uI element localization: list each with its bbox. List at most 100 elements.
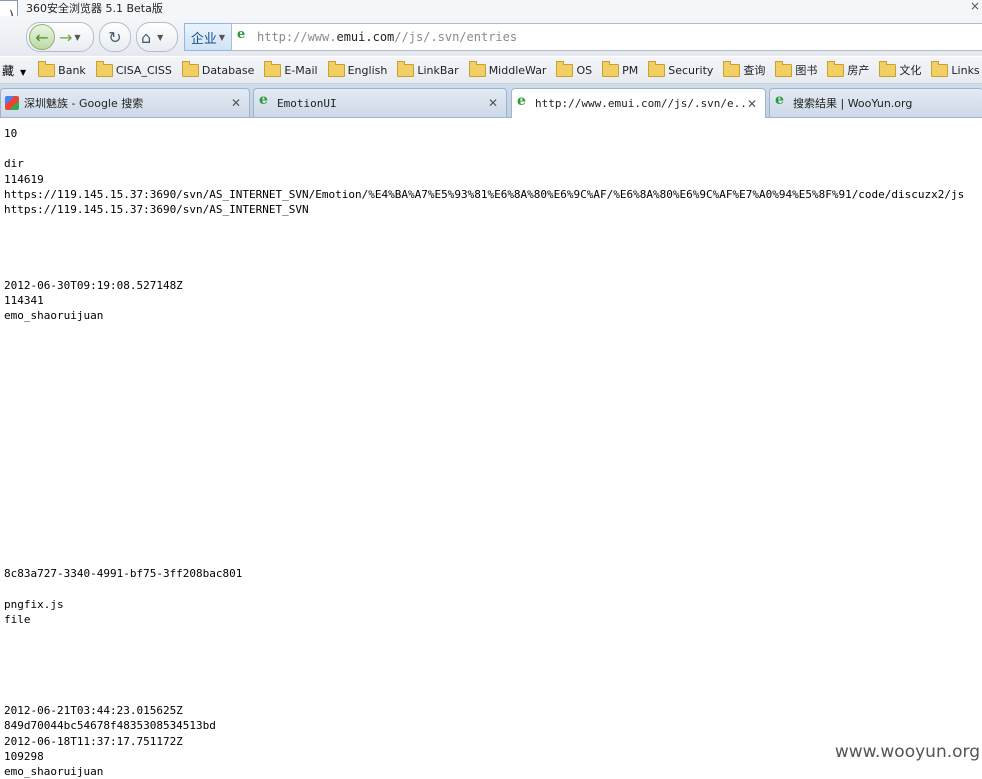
folder-icon <box>602 60 620 77</box>
text-line <box>4 430 980 445</box>
page-icon <box>516 93 530 111</box>
title-bar: ) 360安全浏览器 5.1 Beta版 × <box>0 0 982 54</box>
watermark: www.wooyun.org <box>834 742 980 762</box>
history-dropdown-icon[interactable]: ▼ <box>74 33 80 42</box>
folder-icon <box>556 60 574 77</box>
address-url: http://www.emui.com//js/.svn/entries <box>257 30 518 44</box>
folder-icon <box>723 60 741 77</box>
page-content: 10 dir 114619 https://119.145.15.37:3690/sv… <box>4 126 980 779</box>
text-line: emo_shaoruijuan <box>4 764 104 778</box>
folder-icon <box>397 60 415 77</box>
bookmark-folder[interactable]: Bank <box>38 60 86 77</box>
text-line: https://119.145.15.37:3690/svn/AS_INTERN… <box>4 187 965 201</box>
text-line <box>4 323 980 338</box>
folder-icon <box>879 60 897 77</box>
bookmark-folder[interactable]: LinkBar <box>397 60 459 77</box>
text-line <box>4 399 980 414</box>
browser-mode-button[interactable]: 企业 ▼ <box>184 23 232 51</box>
bookmark-folder[interactable]: Security <box>648 60 713 77</box>
bookmark-folder[interactable]: Database <box>181 60 254 77</box>
tab-google-search[interactable]: 深圳魅族 - Google 搜索 ✕ <box>0 88 250 117</box>
text-line <box>4 217 980 232</box>
text-line <box>4 415 980 430</box>
mode-dropdown-icon: ▼ <box>218 32 226 42</box>
tab-svn-entries[interactable]: http://www.emui.com//js/.svn/e... ✕ <box>511 88 766 118</box>
text-line <box>4 658 980 673</box>
close-icon[interactable]: ✕ <box>486 96 500 110</box>
bookmark-folder[interactable]: 文化 <box>879 60 921 78</box>
text-line <box>4 248 980 263</box>
text-line <box>4 491 980 506</box>
bookmark-folder[interactable]: PM <box>602 60 638 77</box>
text-line <box>4 673 980 688</box>
page-icon <box>237 27 249 44</box>
bookmark-folder[interactable]: English <box>327 60 387 77</box>
google-icon <box>5 96 19 110</box>
folder-icon <box>264 60 282 77</box>
text-line: 10 <box>4 127 18 140</box>
back-button[interactable]: ← <box>29 24 55 50</box>
text-line <box>4 582 980 597</box>
text-line <box>4 263 980 278</box>
window-close-button[interactable]: × <box>970 0 980 13</box>
text-line: pngfix.js <box>4 597 64 611</box>
text-line: 114619 <box>4 172 44 186</box>
folder-icon <box>648 60 666 77</box>
folder-icon <box>931 60 949 77</box>
forward-button[interactable]: → <box>59 28 72 47</box>
text-line: 2012-06-18T11:37:17.751172Z <box>4 734 183 748</box>
bookmark-folder[interactable]: CISA_CISS <box>95 60 172 77</box>
folder-icon <box>775 60 793 77</box>
text-line: 2012-06-21T03:44:23.015625Z <box>4 704 183 718</box>
folder-icon <box>468 60 486 77</box>
text-line: 8c83a727-3340-4991-bf75-3ff208bac801 <box>4 567 243 581</box>
text-line <box>4 506 980 521</box>
text-line <box>4 551 980 566</box>
tab-bar: 深圳魅族 - Google 搜索 ✕ EmotionUI ✕ http://ww… <box>0 84 982 118</box>
tab-wooyun-search[interactable]: 搜索结果 | WooYun.org <box>769 88 982 117</box>
bookmark-folder[interactable]: 房产 <box>827 60 869 78</box>
bookmark-folder[interactable]: E-Mail <box>264 60 318 77</box>
text-line <box>4 460 980 475</box>
home-icon: ⌂ <box>141 27 152 47</box>
text-line: dir <box>4 157 24 171</box>
window-title: 360安全浏览器 5.1 Beta版 <box>26 2 163 15</box>
arrow-right-icon: → <box>59 27 73 47</box>
text-line <box>4 445 980 460</box>
refresh-button[interactable]: ↻ <box>99 22 131 52</box>
folder-icon <box>181 60 199 77</box>
close-icon[interactable]: ✕ <box>745 97 759 111</box>
text-line <box>4 141 980 156</box>
text-line: 114341 <box>4 294 44 308</box>
bookmark-folder[interactable]: 查询 <box>723 60 765 78</box>
refresh-icon: ↻ <box>108 27 122 47</box>
text-line <box>4 369 980 384</box>
favorites-menu[interactable]: 藏 ▼ <box>2 62 26 79</box>
bookmark-folder[interactable]: MiddleWar <box>468 60 546 77</box>
home-dropdown-icon[interactable]: ▼ <box>157 33 163 42</box>
bookmark-folder[interactable]: 图书 <box>775 60 817 78</box>
text-line: 849d70044bc54678f4835308534513bd <box>4 719 216 733</box>
bookmarks-bar: 藏 ▼ Bank CISA_CISS Database E-Mail Englis… <box>0 57 982 84</box>
folder-icon <box>827 60 845 77</box>
text-line: https://119.145.15.37:3690/svn/AS_INTERN… <box>4 202 309 216</box>
text-line <box>4 688 980 703</box>
close-icon[interactable]: ✕ <box>229 96 243 110</box>
text-line <box>4 475 980 490</box>
bookmark-folder[interactable]: Links <box>931 60 980 77</box>
folder-icon <box>327 60 345 77</box>
bookmark-folder[interactable]: OS <box>556 60 592 77</box>
home-button[interactable]: ⌂ ▼ <box>136 22 178 52</box>
text-line <box>4 627 980 642</box>
text-line <box>4 536 980 551</box>
page-icon <box>774 92 788 110</box>
text-line <box>4 521 980 536</box>
folder-icon <box>38 60 56 77</box>
text-line: emo_shaoruijuan <box>4 309 104 323</box>
folder-icon <box>95 60 113 77</box>
address-bar[interactable]: http://www.emui.com//js/.svn/entries <box>231 23 982 51</box>
arrow-left-icon: ← <box>35 27 49 47</box>
tab-emotionui[interactable]: EmotionUI ✕ <box>253 88 507 117</box>
text-line <box>4 384 980 399</box>
back-forward-group: ← → ▼ <box>26 22 94 52</box>
